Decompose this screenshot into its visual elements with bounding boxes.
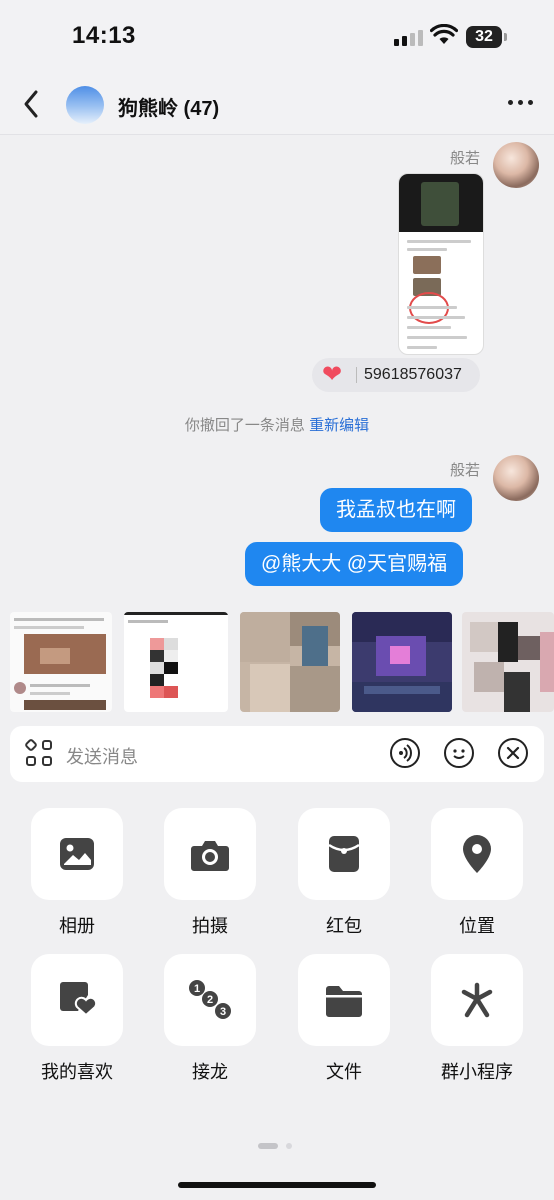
photo-album-icon xyxy=(60,838,94,870)
panel-item-location[interactable]: 位置 xyxy=(431,808,523,938)
apps-icon[interactable] xyxy=(23,737,54,768)
avatar[interactable] xyxy=(493,142,539,188)
sender-name: 般若 xyxy=(450,462,481,479)
svg-text:2: 2 xyxy=(207,994,213,1006)
location-pin-icon xyxy=(463,835,491,873)
group-title[interactable]: 狗熊岭 (47) xyxy=(118,92,219,121)
recall-text: 你撤回了一条消息 xyxy=(184,417,305,434)
home-indicator xyxy=(178,1182,376,1188)
back-arrow-icon[interactable] xyxy=(18,88,46,120)
avatar[interactable] xyxy=(493,455,539,501)
reaction-count: 59618576037 xyxy=(364,366,462,383)
panel-item-mini-program[interactable]: 群小程序 xyxy=(431,954,523,1084)
image-message[interactable] xyxy=(398,173,484,355)
emoji-icon[interactable] xyxy=(444,738,474,768)
panel-item-favorites[interactable]: 我的喜欢 xyxy=(31,954,123,1084)
message-input-bar: 发送消息 xyxy=(10,726,544,782)
panel-item-camera[interactable]: 拍摄 xyxy=(164,808,256,938)
image-thumbnail[interactable] xyxy=(240,612,340,712)
favorite-icon xyxy=(60,982,98,1017)
svg-text:1: 1 xyxy=(194,983,200,995)
chat-header: 狗熊岭 (47) xyxy=(0,74,554,135)
recent-images-strip xyxy=(0,612,554,714)
recall-notice: 你撤回了一条消息 重新编辑 xyxy=(0,414,554,435)
heart-icon: ❤ xyxy=(322,361,343,388)
re-edit-link[interactable]: 重新编辑 xyxy=(309,417,369,434)
folder-icon xyxy=(326,986,362,1017)
image-thumbnail[interactable] xyxy=(462,612,554,712)
sender-name: 般若 xyxy=(450,150,481,167)
red-packet-icon xyxy=(328,836,360,872)
wifi-icon xyxy=(430,24,458,44)
status-bar: 14:13 32 xyxy=(0,0,554,74)
panel-item-relay[interactable]: 1 2 3 接龙 xyxy=(164,954,256,1084)
panel-item-red-packet[interactable]: 红包 xyxy=(298,808,390,938)
panel-item-album[interactable]: 相册 xyxy=(31,808,123,938)
text-message[interactable]: 我孟叔也在啊 xyxy=(320,488,472,532)
more-options-icon[interactable] xyxy=(508,100,534,108)
battery-indicator: 32 xyxy=(466,26,507,48)
text-message[interactable]: @熊大大 @天官赐福 xyxy=(245,542,464,586)
close-panel-icon[interactable] xyxy=(498,738,528,768)
group-avatar[interactable] xyxy=(66,86,104,124)
voice-icon[interactable] xyxy=(390,738,420,768)
signal-icon xyxy=(394,28,424,46)
chat-messages: 般若 ❤ 59618576037 你撤回了一条消息 重新编辑 般若 我孟叔也在啊… xyxy=(0,135,554,605)
page-indicator xyxy=(258,1137,293,1155)
panel-item-file[interactable]: 文件 xyxy=(298,954,390,1084)
svg-text:3: 3 xyxy=(220,1006,226,1018)
relay-icon: 1 2 3 xyxy=(189,980,231,1019)
image-thumbnail[interactable] xyxy=(352,612,452,712)
image-thumbnail[interactable] xyxy=(124,612,228,712)
mini-program-icon xyxy=(461,982,493,1018)
camera-icon xyxy=(191,841,229,871)
status-time: 14:13 xyxy=(72,22,136,49)
reaction-badge[interactable]: ❤ 59618576037 xyxy=(312,358,480,392)
message-input[interactable]: 发送消息 xyxy=(66,743,138,769)
image-thumbnail[interactable] xyxy=(10,612,112,712)
